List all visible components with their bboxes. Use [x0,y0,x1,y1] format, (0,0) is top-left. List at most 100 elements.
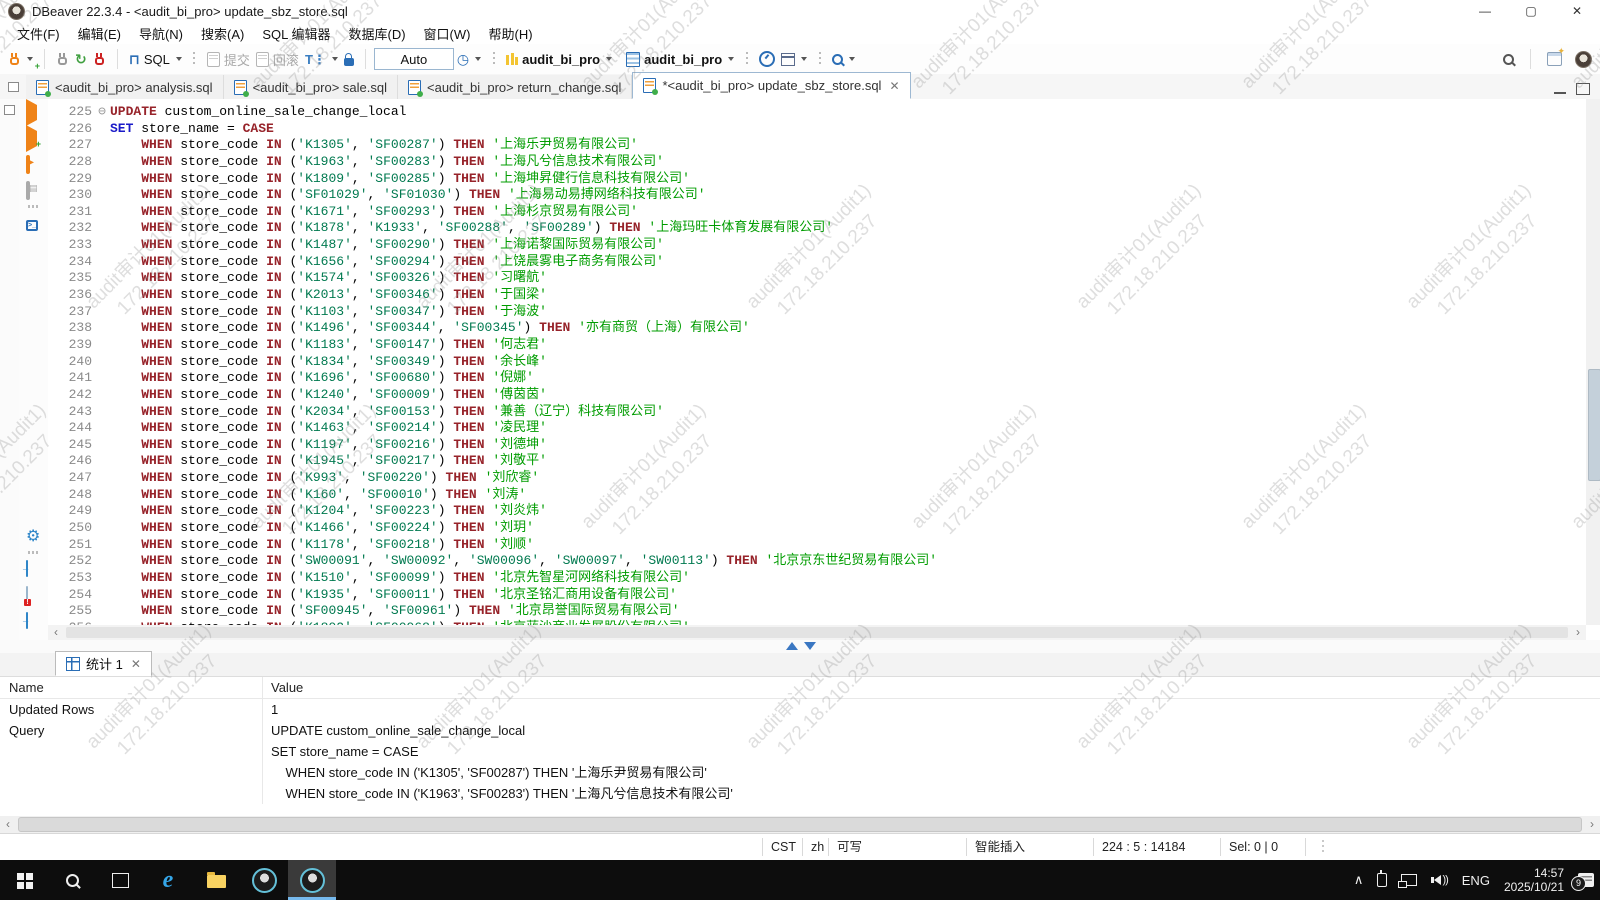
rollback-button[interactable]: 回滚 [253,48,302,71]
menu-item[interactable]: SQL 编辑器 [253,22,339,45]
menu-item[interactable]: 搜索(A) [192,22,253,45]
code-token: IN [266,237,282,252]
scroll-right-arrow[interactable]: › [1584,817,1600,832]
global-search-button[interactable] [1500,52,1517,67]
dropdown-caret-icon[interactable] [801,57,807,61]
menu-item[interactable]: 导航(N) [130,22,192,45]
speaker-icon[interactable]: )) [1431,874,1447,886]
dropdown-caret-icon[interactable] [849,57,855,61]
transaction-log-button[interactable]: T⋮ [302,51,341,68]
commit-button[interactable]: 提交 [204,48,253,71]
start-button[interactable] [0,860,48,900]
minimize-button[interactable]: — [1462,0,1508,22]
database-selector[interactable]: audit_bi_pro [623,50,737,69]
scroll-left-arrow[interactable]: ‹ [0,817,16,832]
internet-explorer-button[interactable]: e [144,860,192,900]
stats-horizontal-scrollbar[interactable]: ‹ › [0,816,1600,833]
file-explorer-button[interactable] [192,860,240,900]
data-search-button[interactable] [829,52,858,67]
explain-plan-button[interactable] [26,183,30,198]
validate-script-button[interactable] [26,587,28,602]
editor-tab[interactable]: *<audit_bi_pro> update_sbz_store.sql✕ [632,72,910,99]
scroll-left-arrow[interactable]: ‹ [48,625,64,640]
dropdown-caret-icon[interactable] [606,57,612,61]
execute-new-tab-button[interactable]: + [26,131,37,146]
code-token: THEN [609,220,640,235]
script-output-button[interactable] [26,613,28,628]
code-token: ( [282,553,298,568]
sash-up-arrow-icon[interactable] [786,642,798,650]
connection-selector[interactable]: audit_bi_pro [503,50,615,69]
usb-icon[interactable] [1377,873,1387,887]
scrollbar-thumb[interactable] [66,627,1568,638]
scroll-right-arrow[interactable]: › [1570,625,1586,640]
editor-tab[interactable]: <audit_bi_pro> sale.sql [224,75,398,99]
minimize-view-icon[interactable] [1554,89,1566,94]
dropdown-caret-icon[interactable] [27,57,33,61]
editor-horizontal-scrollbar[interactable]: ‹ › [48,625,1586,640]
editor-tab[interactable]: <audit_bi_pro> analysis.sql [26,75,224,99]
menu-item[interactable]: 编辑(E) [69,22,130,45]
open-console-button[interactable]: >_ [26,215,38,231]
close-icon[interactable]: ✕ [889,79,899,93]
disconnect-button[interactable] [90,51,109,68]
code-token [110,487,141,502]
sql-editor-button[interactable]: ⊓ SQL [126,50,185,69]
tx-history-button[interactable]: ◷ [454,50,484,68]
stats-tab[interactable]: 统计 1 ✕ [55,651,152,676]
execute-script-button[interactable] [26,157,30,172]
close-icon[interactable]: ✕ [131,657,141,671]
menu-item[interactable]: 帮助(H) [479,22,541,45]
open-perspective-button[interactable] [1544,50,1565,68]
scrollbar-thumb[interactable] [18,817,1582,832]
notification-center-icon[interactable]: 9 [1578,873,1594,887]
scrollbar-thumb[interactable] [1588,369,1600,481]
stats-row[interactable]: QueryUPDATE custom_online_sale_change_lo… [0,720,1600,741]
close-button[interactable]: ✕ [1554,0,1600,22]
clock[interactable]: 14:57 2025/10/21 [1504,866,1564,894]
sash-down-arrow-icon[interactable] [804,642,816,650]
editor-settings-button[interactable]: ⚙ [26,529,40,545]
stats-row[interactable]: WHEN store_code IN ('K1963', 'SF00283') … [0,783,1600,804]
language-indicator[interactable]: ENG [1462,873,1490,888]
taskbar-search-button[interactable] [48,860,96,900]
maximize-view-icon[interactable] [1576,83,1590,95]
compare-button[interactable] [778,51,810,68]
console-icon: >_ [26,220,38,231]
dbeaver-taskbar-button[interactable] [240,860,288,900]
stats-row[interactable]: Updated Rows1 [0,699,1600,720]
export-result-button[interactable] [26,561,28,576]
code-token: THEN [469,603,500,618]
menu-item[interactable]: 数据库(D) [340,22,415,45]
dropdown-caret-icon[interactable] [176,57,182,61]
dropdown-caret-icon[interactable] [332,57,338,61]
editor-list-button[interactable] [0,74,26,99]
reconnect-button[interactable]: ↻ [72,50,90,68]
menu-item[interactable]: 文件(F) [8,22,69,45]
task-view-button[interactable] [96,860,144,900]
restore-view-icon[interactable] [4,105,15,115]
connect-button[interactable] [53,51,72,68]
dbeaver-taskbar-button-active[interactable] [288,860,336,900]
stats-row[interactable]: WHEN store_code IN ('K1305', 'SF00287') … [0,762,1600,783]
editor-tab[interactable]: <audit_bi_pro> return_change.sql [398,75,632,99]
dropdown-caret-icon[interactable] [475,57,481,61]
tray-expand-icon[interactable]: ∧ [1354,872,1364,888]
maximize-button[interactable]: ▢ [1508,0,1554,22]
stats-row[interactable]: SET store_name = CASE [0,741,1600,762]
fold-marker[interactable]: ⊖ [94,104,110,121]
network-icon[interactable] [1401,874,1417,886]
code-token: ( [282,254,298,269]
sql-editor-area[interactable]: 225⊖UPDATE custom_online_sale_change_loc… [48,99,1586,630]
dashboard-button[interactable] [756,49,778,69]
transaction-mode-combo[interactable]: Auto [374,48,454,70]
dbeaver-perspective-icon[interactable] [1575,51,1592,68]
editor-vertical-scrollbar[interactable] [1586,99,1600,625]
code-token: THEN [453,154,484,169]
execute-statement-button[interactable] [26,105,37,120]
lock-button[interactable] [341,51,357,68]
dropdown-caret-icon[interactable] [728,57,734,61]
new-connection-button[interactable]: + [5,51,36,68]
panel-sash[interactable] [0,640,1600,653]
menu-item[interactable]: 窗口(W) [415,22,480,45]
